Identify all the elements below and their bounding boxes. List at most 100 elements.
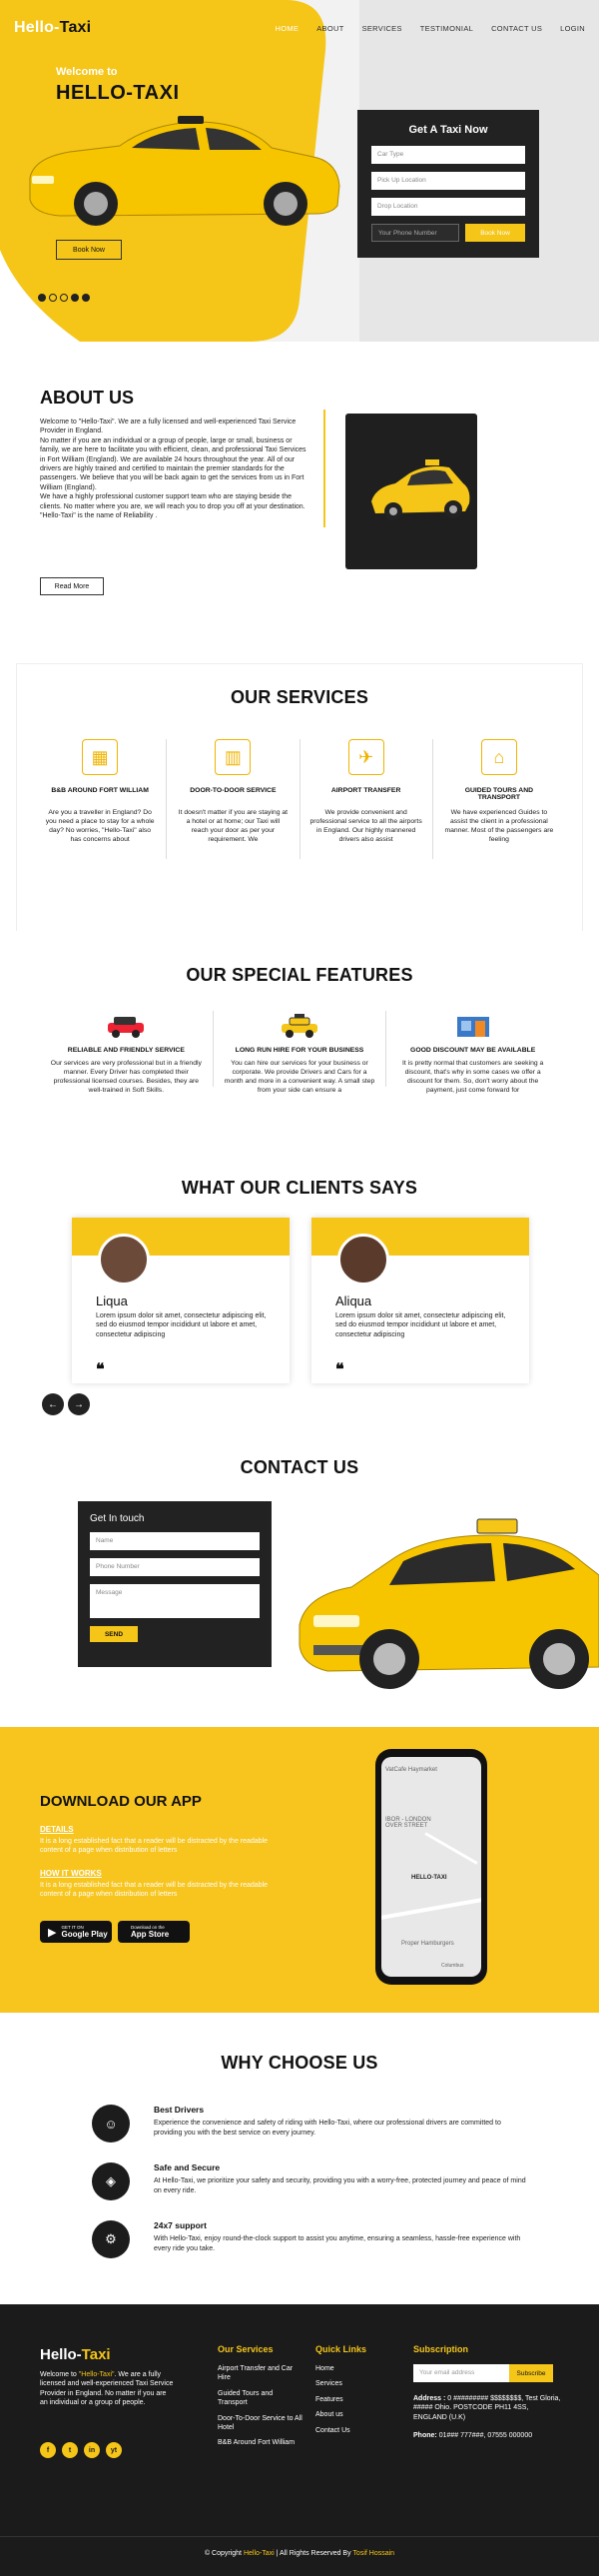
carousel-dot[interactable]	[71, 294, 79, 302]
read-more-button[interactable]: Read More	[40, 577, 104, 595]
arrow-right-icon[interactable]: →	[68, 1393, 90, 1415]
get-taxi-form: Get A Taxi Now Car Type Pick Up Location…	[357, 110, 539, 258]
service-card[interactable]: ▥ DOOR-TO-DOOR SERVICE It doesn't matter…	[167, 739, 300, 859]
footer-service-link[interactable]: Guided Tours and Transport	[218, 2389, 303, 2408]
footer-services: Our Services Airport Transfer and Car Hi…	[218, 2344, 303, 2454]
social-links: f t in yt	[40, 2442, 122, 2458]
footer-link-services[interactable]: Services	[315, 2379, 395, 2388]
car-type-select[interactable]: Car Type	[371, 146, 525, 164]
hero-book-now-button[interactable]: Book Now	[56, 240, 122, 260]
phone-field[interactable]: Phone Number	[90, 1558, 260, 1576]
nav-home[interactable]: HOME	[276, 24, 300, 33]
contact-form-title: Get In touch	[90, 1513, 145, 1524]
nav-menu: HOME ABOUT SERVICES TESTIMONIAL CONTACT …	[276, 24, 585, 33]
feature-card: GOOD DISCOUNT MAY BE AVAILABLE It is pre…	[386, 1011, 559, 1094]
twitter-icon[interactable]: t	[62, 2442, 78, 2458]
details-link[interactable]: DETAILS	[40, 1825, 74, 1834]
feature-card: RELIABLE AND FRIENDLY SERVICE Our servic…	[40, 1011, 214, 1094]
about-section: ABOUT US Welcome to "Hello-Taxi". We are…	[0, 342, 599, 639]
discount-shop-icon	[451, 1011, 495, 1041]
footer: Hello-Taxi Welcome to "Hello-Taxi". We a…	[0, 2304, 599, 2576]
contact-section: CONTACT US Get In touch Name Phone Numbe…	[0, 1441, 599, 1727]
site-logo[interactable]: Hello-Taxi	[14, 19, 91, 37]
feature-text: You can hire our services for your busin…	[224, 1060, 375, 1094]
footer-link-about[interactable]: About us	[315, 2410, 395, 2419]
drop-location-input[interactable]: Drop Location	[371, 198, 525, 216]
service-title: AIRPORT TRANSFER	[330, 787, 401, 794]
navbar: Hello-Taxi HOME ABOUT SERVICES TESTIMONI…	[14, 18, 585, 38]
why-item-text: Experience the convenience and safety of…	[154, 2120, 501, 2137]
hero-title: HELLO-TAXI	[56, 82, 180, 104]
name-field[interactable]: Name	[90, 1532, 260, 1550]
footer-service-link[interactable]: Door-To-Door Service to All Hotel	[218, 2414, 303, 2433]
hero-section: Hello-Taxi HOME ABOUT SERVICES TESTIMONI…	[0, 0, 599, 342]
features-section: OUR SPECIAL FEATURES RELIABLE AND FRIEND…	[0, 931, 599, 1166]
nav-about[interactable]: ABOUT	[316, 24, 343, 33]
phone-number-input[interactable]: Your Phone Number	[371, 224, 459, 242]
why-item-title: 24x7 support	[154, 2220, 207, 2230]
subscribe-button[interactable]: Subscribe	[509, 2364, 553, 2382]
footer-phone: Phone: 01### 777###, 07555 000000	[413, 2432, 533, 2440]
why-item-title: Best Drivers	[154, 2105, 205, 2115]
why-choose-section: WHY CHOOSE US ☺ Best Drivers Experience …	[0, 2013, 599, 2304]
gear-icon: ⚙	[92, 2220, 130, 2258]
services-section: OUR SERVICES ▦ B&B AROUND FORT WILLIAM A…	[0, 639, 599, 931]
send-button[interactable]: SEND	[90, 1626, 138, 1642]
footer-logo[interactable]: Hello-Taxi	[40, 2346, 111, 2363]
subscribe-email-input[interactable]: Your email address	[413, 2364, 509, 2382]
footer-divider	[0, 2536, 599, 2537]
feature-card: LONG RUN HIRE FOR YOUR BUSINESS You can …	[214, 1011, 387, 1094]
service-card[interactable]: ⌂ GUIDED TOURS AND TRANSPORT We have exp…	[433, 739, 565, 859]
message-field[interactable]: Message	[90, 1584, 260, 1618]
hero-subtitle: Welcome to	[56, 66, 118, 78]
driver-icon: ☺	[92, 2105, 130, 2143]
service-title: DOOR-TO-DOOR SERVICE	[190, 787, 277, 794]
footer-service-link[interactable]: B&B Around Fort William	[218, 2438, 303, 2447]
carousel-dot[interactable]	[82, 294, 90, 302]
features-title: OUR SPECIAL FEATURES	[186, 965, 413, 985]
arrow-left-icon[interactable]: ←	[42, 1393, 64, 1415]
nav-services[interactable]: SERVICES	[362, 24, 402, 33]
why-title: WHY CHOOSE US	[221, 2053, 378, 2073]
carousel-dot[interactable]	[60, 294, 68, 302]
why-item-title: Safe and Secure	[154, 2162, 221, 2172]
footer-link-home[interactable]: Home	[315, 2364, 395, 2373]
facebook-icon[interactable]: f	[40, 2442, 56, 2458]
footer-about: Welcome to "Hello-Taxi". We are a fully …	[40, 2371, 174, 2407]
linkedin-icon[interactable]: in	[84, 2442, 100, 2458]
footer-address: Address : 0 ######### $$$$$$$$, Test Glo…	[413, 2395, 561, 2421]
about-title: ABOUT US	[40, 388, 134, 408]
google-play-icon: ▶	[48, 1926, 57, 1939]
pickup-location-input[interactable]: Pick Up Location	[371, 172, 525, 190]
nav-testimonial[interactable]: TESTIMONIAL	[420, 24, 473, 33]
driver-car-icon	[104, 1011, 148, 1041]
youtube-icon[interactable]: yt	[106, 2442, 122, 2458]
contact-title: CONTACT US	[240, 1457, 359, 1477]
map-icon: ▦	[82, 739, 119, 775]
google-play-button[interactable]: ▶ GET IT ON Google Play	[40, 1921, 112, 1943]
avatar	[98, 1234, 150, 1286]
copyright: © Copyright Hello-Taxi | All Rights Rese…	[204, 2550, 395, 2557]
footer-link-features[interactable]: Features	[315, 2395, 395, 2404]
service-card[interactable]: ✈ AIRPORT TRANSFER We provide convenient…	[300, 739, 433, 859]
footer-link-contact[interactable]: Contact Us	[315, 2426, 395, 2435]
download-app-section: DOWNLOAD OUR APP DETAILS It is a long es…	[0, 1727, 599, 2013]
footer-quick-links: Quick Links Home Services Features About…	[315, 2344, 395, 2441]
divider	[323, 410, 325, 527]
how-it-works-link[interactable]: HOW IT WORKS	[40, 1869, 102, 1878]
footer-subscription: Subscription Your email address Subscrib…	[413, 2344, 573, 2439]
form-book-now-button[interactable]: Book Now	[465, 224, 525, 242]
details-text: It is a long established fact that a rea…	[40, 1838, 269, 1855]
nav-login[interactable]: LOGIN	[560, 24, 585, 33]
client-name: Aliqua	[335, 1293, 372, 1308]
footer-service-link[interactable]: Airport Transfer and Car Hire	[218, 2364, 303, 2383]
carousel-dot[interactable]	[38, 294, 46, 302]
nav-contact[interactable]: CONTACT US	[491, 24, 542, 33]
carousel-dot-active[interactable]	[49, 294, 57, 302]
get-taxi-form-title: Get A Taxi Now	[408, 124, 488, 136]
taxi-car-icon	[278, 1011, 321, 1041]
service-card[interactable]: ▦ B&B AROUND FORT WILLIAM Are you a trav…	[34, 739, 168, 859]
testimonial-card: Liqua Lorem ipsum dolor sit amet, consec…	[72, 1218, 290, 1383]
contact-taxi-image	[299, 1518, 599, 1689]
app-store-button[interactable]: Download on the App Store	[118, 1921, 190, 1943]
